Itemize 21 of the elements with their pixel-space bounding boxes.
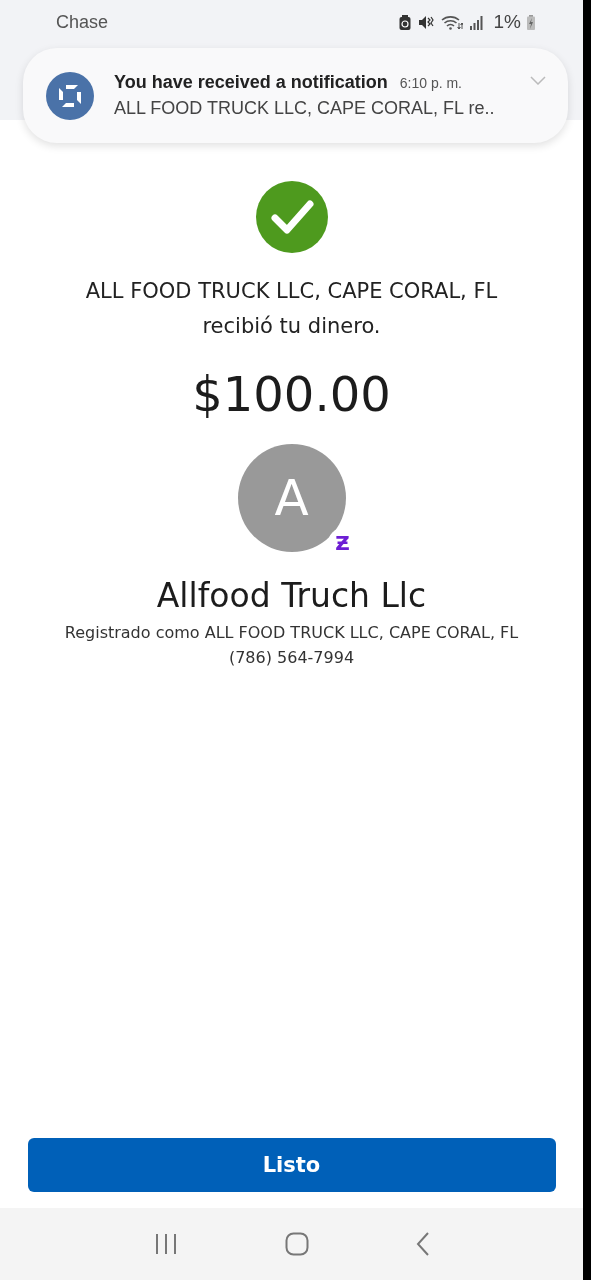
bank-logo-icon: [46, 71, 94, 120]
amount-text: $100.00: [192, 366, 391, 422]
notification-card[interactable]: You have received a notification 6:10 p. m. ALL FOOD TRUCK LLC, CAPE CORAL, FL re..: [23, 48, 568, 143]
mute-icon: [417, 14, 434, 30]
recent-apps-icon[interactable]: [153, 1233, 178, 1255]
registered-name: Registrado como ALL FOOD TRUCK LLC, CAPE CORAL, FL: [64, 623, 519, 642]
notification-time: 6:10 p. m.: [399, 75, 462, 91]
notification-title: You have received a notification: [114, 72, 388, 93]
back-icon[interactable]: [415, 1232, 430, 1256]
checkmark-icon: [254, 180, 329, 254]
wifi-icon: [440, 14, 463, 30]
recipient-name: Allfood Truch Llc: [156, 576, 427, 615]
app-name: Chase: [56, 11, 110, 33]
done-button[interactable]: Listo: [27, 1138, 556, 1192]
home-icon[interactable]: [284, 1232, 309, 1256]
confirmation-message: ALL FOOD TRUCK LLC, CAPE CORAL, FL recibió tu dinero.: [84, 278, 499, 340]
battery-percent: 1%: [493, 11, 521, 33]
battery-icon: [527, 14, 535, 30]
notification-text: ALL FOOD TRUCK LLC, CAPE CORAL, FL re..: [114, 98, 496, 119]
phone-number: (786) 564-7994: [228, 648, 355, 667]
signal-icon: [469, 14, 484, 30]
